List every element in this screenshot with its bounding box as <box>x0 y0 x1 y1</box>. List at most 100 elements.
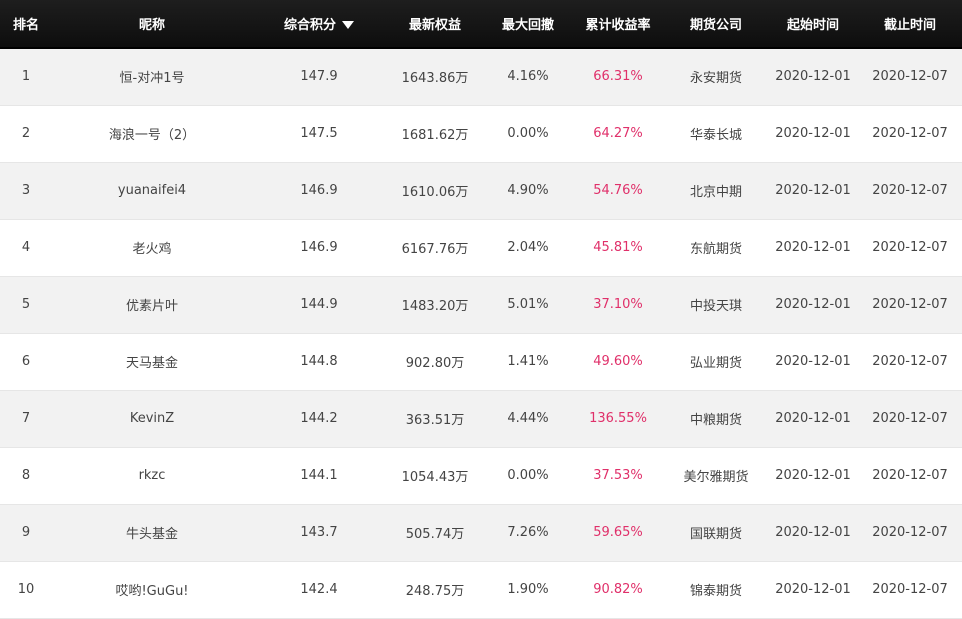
broker-cell: 美尔雅期货 <box>664 447 768 505</box>
broker-cell: 东航期货 <box>664 219 768 277</box>
sort-desc-icon[interactable] <box>342 20 354 29</box>
nickname-link[interactable]: 哎哟!GuGu! <box>52 561 252 619</box>
table-row: 5 优素片叶 144.9 1483.20万 5.01% 37.10% 中投天琪 … <box>0 276 962 334</box>
score-cell: 146.9 <box>252 162 386 220</box>
ranking-table: 排名 昵称 综合积分 最新权益 最大回撤 累计收益率 期货公司 起始时间 截止时… <box>0 0 962 619</box>
table-row: 7 KevinZ 144.2 363.51万 4.44% 136.55% 中粮期… <box>0 390 962 448</box>
broker-cell: 永安期货 <box>664 48 768 106</box>
column-header-label: 期货公司 <box>689 18 742 33</box>
start-date-cell: 2020-12-01 <box>768 105 858 163</box>
return-cell: 54.76% <box>572 162 664 220</box>
score-cell: 144.8 <box>252 333 386 391</box>
return-cell: 59.65% <box>572 504 664 562</box>
table-row: 6 天马基金 144.8 902.80万 1.41% 49.60% 弘业期货 2… <box>0 333 962 391</box>
return-cell: 136.55% <box>572 390 664 448</box>
column-header-return: 累计收益率 <box>572 0 664 49</box>
start-date-cell: 2020-12-01 <box>768 333 858 391</box>
return-cell: 66.31% <box>572 48 664 106</box>
equity-cell: 1610.06万 <box>386 162 484 220</box>
return-cell: 37.53% <box>572 447 664 505</box>
return-cell: 64.27% <box>572 105 664 163</box>
broker-cell: 华泰长城 <box>664 105 768 163</box>
column-header-label: 排名 <box>12 18 39 33</box>
score-cell: 142.4 <box>252 561 386 619</box>
drawdown-cell: 4.16% <box>484 48 572 106</box>
equity-cell: 363.51万 <box>386 390 484 448</box>
drawdown-cell: 1.41% <box>484 333 572 391</box>
rank-cell: 10 <box>0 561 52 619</box>
rank-cell: 3 <box>0 162 52 220</box>
drawdown-cell: 0.00% <box>484 447 572 505</box>
score-cell: 147.9 <box>252 48 386 106</box>
column-header-label: 起始时间 <box>786 18 839 33</box>
drawdown-cell: 4.90% <box>484 162 572 220</box>
start-date-cell: 2020-12-01 <box>768 162 858 220</box>
column-header-label: 最大回撤 <box>501 18 554 33</box>
end-date-cell: 2020-12-07 <box>858 162 962 220</box>
return-cell: 37.10% <box>572 276 664 334</box>
table-header-row: 排名 昵称 综合积分 最新权益 最大回撤 累计收益率 期货公司 起始时间 截止时… <box>0 0 962 49</box>
drawdown-cell: 2.04% <box>484 219 572 277</box>
table-row: 1 恒-对冲1号 147.9 1643.86万 4.16% 66.31% 永安期… <box>0 48 962 106</box>
rank-cell: 1 <box>0 48 52 106</box>
nickname-link[interactable]: 恒-对冲1号 <box>52 48 252 106</box>
end-date-cell: 2020-12-07 <box>858 48 962 106</box>
broker-cell: 弘业期货 <box>664 333 768 391</box>
score-cell: 144.1 <box>252 447 386 505</box>
rank-cell: 7 <box>0 390 52 448</box>
broker-cell: 锦泰期货 <box>664 561 768 619</box>
equity-cell: 1483.20万 <box>386 276 484 334</box>
rank-cell: 6 <box>0 333 52 391</box>
column-header-broker: 期货公司 <box>664 0 768 49</box>
table-row: 9 牛头基金 143.7 505.74万 7.26% 59.65% 国联期货 2… <box>0 504 962 562</box>
table-row: 8 rkzc 144.1 1054.43万 0.00% 37.53% 美尔雅期货… <box>0 447 962 505</box>
column-header-label: 昵称 <box>138 18 165 33</box>
broker-cell: 国联期货 <box>664 504 768 562</box>
start-date-cell: 2020-12-01 <box>768 276 858 334</box>
return-cell: 45.81% <box>572 219 664 277</box>
drawdown-cell: 4.44% <box>484 390 572 448</box>
start-date-cell: 2020-12-01 <box>768 447 858 505</box>
equity-cell: 902.80万 <box>386 333 484 391</box>
rank-cell: 8 <box>0 447 52 505</box>
table-row: 3 yuanaifei4 146.9 1610.06万 4.90% 54.76%… <box>0 162 962 220</box>
start-date-cell: 2020-12-01 <box>768 504 858 562</box>
column-header-drawdown: 最大回撤 <box>484 0 572 49</box>
drawdown-cell: 1.90% <box>484 561 572 619</box>
column-header-score[interactable]: 综合积分 <box>252 0 386 49</box>
table-row: 10 哎哟!GuGu! 142.4 248.75万 1.90% 90.82% 锦… <box>0 561 962 619</box>
rank-cell: 2 <box>0 105 52 163</box>
start-date-cell: 2020-12-01 <box>768 390 858 448</box>
broker-cell: 北京中期 <box>664 162 768 220</box>
column-header-label: 截止时间 <box>883 18 936 33</box>
equity-cell: 505.74万 <box>386 504 484 562</box>
nickname-link[interactable]: 天马基金 <box>52 333 252 391</box>
return-cell: 90.82% <box>572 561 664 619</box>
nickname-link[interactable]: 牛头基金 <box>52 504 252 562</box>
nickname-link[interactable]: 优素片叶 <box>52 276 252 334</box>
end-date-cell: 2020-12-07 <box>858 390 962 448</box>
end-date-cell: 2020-12-07 <box>858 105 962 163</box>
equity-cell: 1054.43万 <box>386 447 484 505</box>
end-date-cell: 2020-12-07 <box>858 447 962 505</box>
equity-cell: 1681.62万 <box>386 105 484 163</box>
score-cell: 143.7 <box>252 504 386 562</box>
column-header-label: 累计收益率 <box>585 18 651 33</box>
nickname-link[interactable]: KevinZ <box>52 390 252 448</box>
start-date-cell: 2020-12-01 <box>768 219 858 277</box>
score-cell: 146.9 <box>252 219 386 277</box>
column-header-name: 昵称 <box>52 0 252 49</box>
nickname-link[interactable]: yuanaifei4 <box>52 162 252 220</box>
equity-cell: 6167.76万 <box>386 219 484 277</box>
column-header-start: 起始时间 <box>768 0 858 49</box>
score-cell: 144.9 <box>252 276 386 334</box>
nickname-link[interactable]: rkzc <box>52 447 252 505</box>
equity-cell: 248.75万 <box>386 561 484 619</box>
broker-cell: 中粮期货 <box>664 390 768 448</box>
nickname-link[interactable]: 海浪一号（2） <box>52 105 252 163</box>
table-row: 4 老火鸡 146.9 6167.76万 2.04% 45.81% 东航期货 2… <box>0 219 962 277</box>
score-cell: 144.2 <box>252 390 386 448</box>
nickname-link[interactable]: 老火鸡 <box>52 219 252 277</box>
broker-cell: 中投天琪 <box>664 276 768 334</box>
column-header-rank: 排名 <box>0 0 52 49</box>
